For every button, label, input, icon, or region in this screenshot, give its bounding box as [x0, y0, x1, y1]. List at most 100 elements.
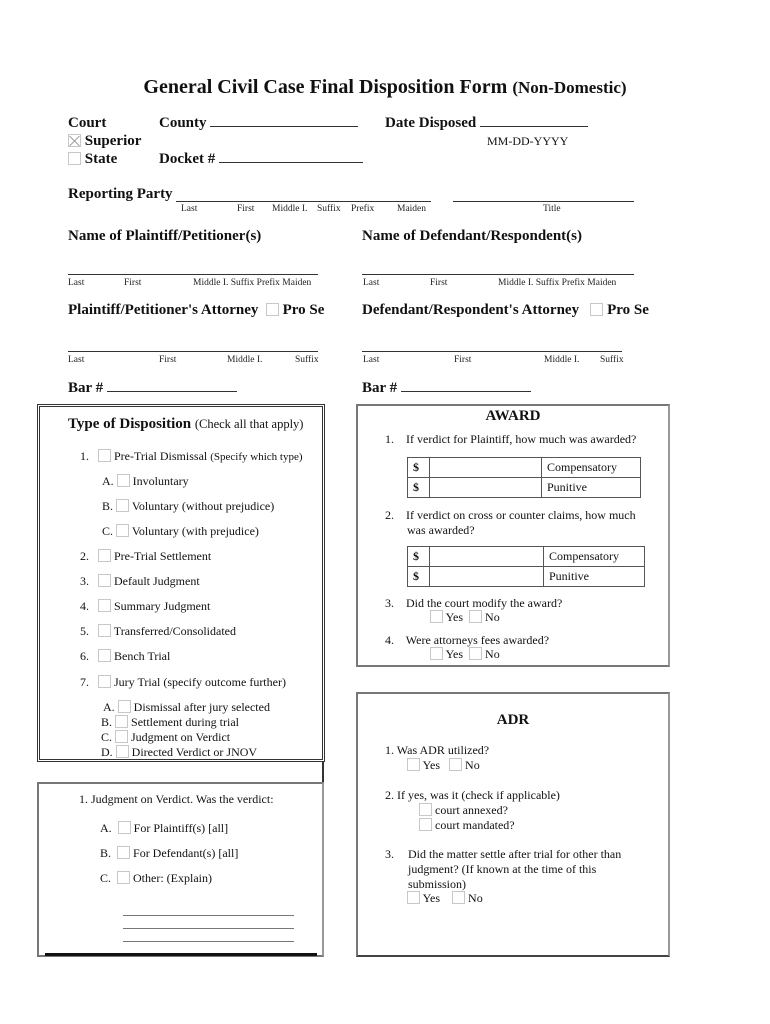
jury-trial-checkbox[interactable]	[98, 675, 111, 688]
date-disposed-label: Date Disposed	[385, 115, 477, 131]
verdict-option-a[interactable]: A. For Plaintiff(s) [all]	[100, 821, 228, 836]
defendant-bar-label: Bar #	[362, 380, 398, 396]
option-letter: C.	[100, 871, 112, 885]
adr-heading: ADR	[496, 712, 530, 728]
explain-line-3[interactable]	[123, 941, 294, 942]
dismissal-after-jury-checkbox[interactable]	[117, 700, 131, 713]
defendant-attorney-label: Defendant/Respondent's Attorney	[362, 302, 580, 318]
plaintiff-pro-se-checkbox[interactable]	[265, 303, 279, 316]
verdict-option-c[interactable]: C. Other: (Explain)	[100, 871, 212, 886]
adr-q1: 1. Was ADR utilized?	[385, 743, 490, 757]
date-disposed-input[interactable]	[480, 126, 589, 127]
settlement-during-trial-checkbox[interactable]	[115, 715, 129, 728]
explain-line-2[interactable]	[123, 928, 294, 929]
reporting-party-title-line[interactable]	[453, 201, 634, 202]
court-mandated-checkbox[interactable]	[419, 818, 432, 831]
docket-input[interactable]	[219, 162, 363, 163]
plaintiff-attorney-label: Plaintiff/Petitioner's Attorney	[68, 302, 259, 318]
fees-no-checkbox[interactable]	[469, 647, 483, 660]
jury-sub-b[interactable]: B. Settlement during trial	[101, 715, 239, 730]
for-defendant-checkbox[interactable]	[117, 846, 131, 859]
disposition-item-3[interactable]: 3. Default Judgment	[80, 574, 200, 589]
jury-sub-d[interactable]: D. Directed Verdict or JNOV	[101, 745, 257, 760]
settle-no-checkbox[interactable]	[452, 891, 466, 904]
modify-no-checkbox[interactable]	[469, 610, 483, 623]
punitive-amount-input[interactable]	[429, 477, 542, 498]
court-annexed-checkbox[interactable]	[419, 803, 432, 816]
plaintiff-name-line[interactable]	[68, 274, 318, 275]
pretrial-settlement-checkbox[interactable]	[98, 549, 111, 562]
disposition-item-5[interactable]: 5. Transferred/Consolidated	[80, 624, 236, 639]
item-number: 7.	[80, 675, 89, 689]
q-text: Were attorneys fees awarded?	[405, 633, 550, 647]
explain-line-1[interactable]	[123, 915, 294, 916]
disposition-item-6[interactable]: 6. Bench Trial	[80, 649, 170, 664]
dismissal-sub-a[interactable]: A. Involuntary	[102, 474, 189, 489]
compensatory-amount-input[interactable]	[429, 457, 542, 478]
defendant-attorney-line[interactable]	[362, 351, 622, 352]
no-label: No	[465, 758, 480, 772]
bench-trial-checkbox[interactable]	[98, 649, 111, 662]
plaintiff-bar-input[interactable]	[106, 391, 237, 392]
superior-checkbox[interactable]	[68, 134, 81, 147]
plaintiff-attorney-line[interactable]	[68, 351, 318, 352]
verdict-option-b[interactable]: B. For Defendant(s) [all]	[100, 846, 238, 861]
adr-option-annexed[interactable]: court annexed?	[419, 803, 508, 818]
county-field: County	[159, 115, 359, 132]
rp-prefix-caption: Prefix	[351, 204, 375, 214]
adr-q3-number: 3.	[385, 847, 394, 861]
reporting-party-name-line[interactable]	[176, 201, 431, 202]
rp-suffix-caption: Suffix	[317, 204, 341, 214]
item-number: 3.	[80, 574, 89, 588]
directed-verdict-checkbox[interactable]	[115, 745, 129, 758]
summary-judgment-checkbox[interactable]	[98, 599, 111, 612]
table-row: $ Compensatory	[407, 546, 645, 567]
q-number: 2.	[385, 508, 394, 522]
q-number: 3.	[385, 596, 394, 610]
state-checkbox[interactable]	[68, 152, 81, 165]
jury-sub-a[interactable]: A. Dismissal after jury selected	[103, 700, 270, 715]
defendant-pro-se-checkbox[interactable]	[590, 303, 604, 316]
adr-no-checkbox[interactable]	[449, 758, 463, 771]
for-plaintiff-checkbox[interactable]	[117, 821, 131, 834]
q-text: If verdict for Plaintiff, how much was a…	[406, 432, 637, 446]
disposition-item-2[interactable]: 2. Pre-Trial Settlement	[80, 549, 211, 564]
transferred-consolidated-checkbox[interactable]	[98, 624, 111, 637]
compensatory-label: Compensatory	[541, 457, 641, 478]
involuntary-checkbox[interactable]	[116, 474, 130, 487]
dismissal-sub-c[interactable]: C. Voluntary (with prejudice)	[102, 524, 259, 539]
adr-option-mandated[interactable]: court mandated?	[419, 818, 515, 833]
disposition-item-4[interactable]: 4. Summary Judgment	[80, 599, 210, 614]
counter-punitive-amount-input[interactable]	[429, 566, 544, 587]
fees-yes-checkbox[interactable]	[430, 647, 443, 660]
court-option-superior[interactable]: Superior	[68, 133, 141, 150]
other-explain-checkbox[interactable]	[117, 871, 131, 884]
reporting-party-label: Reporting Party	[68, 186, 173, 202]
rp-title-caption: Title	[543, 204, 561, 214]
defendant-other-caption: Middle I. Suffix Prefix Maiden	[498, 278, 617, 288]
plaintiff-bar-field: Bar #	[68, 380, 237, 397]
defendant-name-line[interactable]	[362, 274, 634, 275]
settle-yes-checkbox[interactable]	[407, 891, 420, 904]
dismissal-sub-b[interactable]: B. Voluntary (without prejudice)	[102, 499, 274, 514]
voluntary-with-prejudice-checkbox[interactable]	[116, 524, 130, 537]
court-option-state[interactable]: State	[68, 151, 117, 168]
pretrial-dismissal-checkbox[interactable]	[98, 449, 111, 462]
disposition-item-7[interactable]: 7. Jury Trial (specify outcome further)	[80, 675, 286, 690]
award-q2-cont: was awarded?	[407, 523, 475, 537]
counter-compensatory-amount-input[interactable]	[429, 546, 544, 567]
defendant-bar-input[interactable]	[400, 391, 531, 392]
state-label: State	[84, 151, 118, 167]
adr-q2: 2. If yes, was it (check if applicable)	[385, 788, 560, 802]
modify-yes-checkbox[interactable]	[430, 610, 443, 623]
judgment-on-verdict-checkbox[interactable]	[115, 730, 129, 743]
jury-sub-c[interactable]: C. Judgment on Verdict	[101, 730, 230, 745]
disposition-item-1[interactable]: 1. Pre-Trial Dismissal (Specify which ty…	[80, 449, 302, 464]
q-text-line: judgment? (If known at the time of this	[408, 862, 597, 876]
adr-yes-checkbox[interactable]	[407, 758, 420, 771]
county-input[interactable]	[210, 126, 359, 127]
plaintiff-other-caption: Middle I. Suffix Prefix Maiden	[193, 278, 312, 288]
voluntary-without-prejudice-checkbox[interactable]	[116, 499, 130, 512]
plaintiff-attorney-heading: Plaintiff/Petitioner's Attorney Pro Se	[68, 302, 324, 319]
default-judgment-checkbox[interactable]	[98, 574, 111, 587]
